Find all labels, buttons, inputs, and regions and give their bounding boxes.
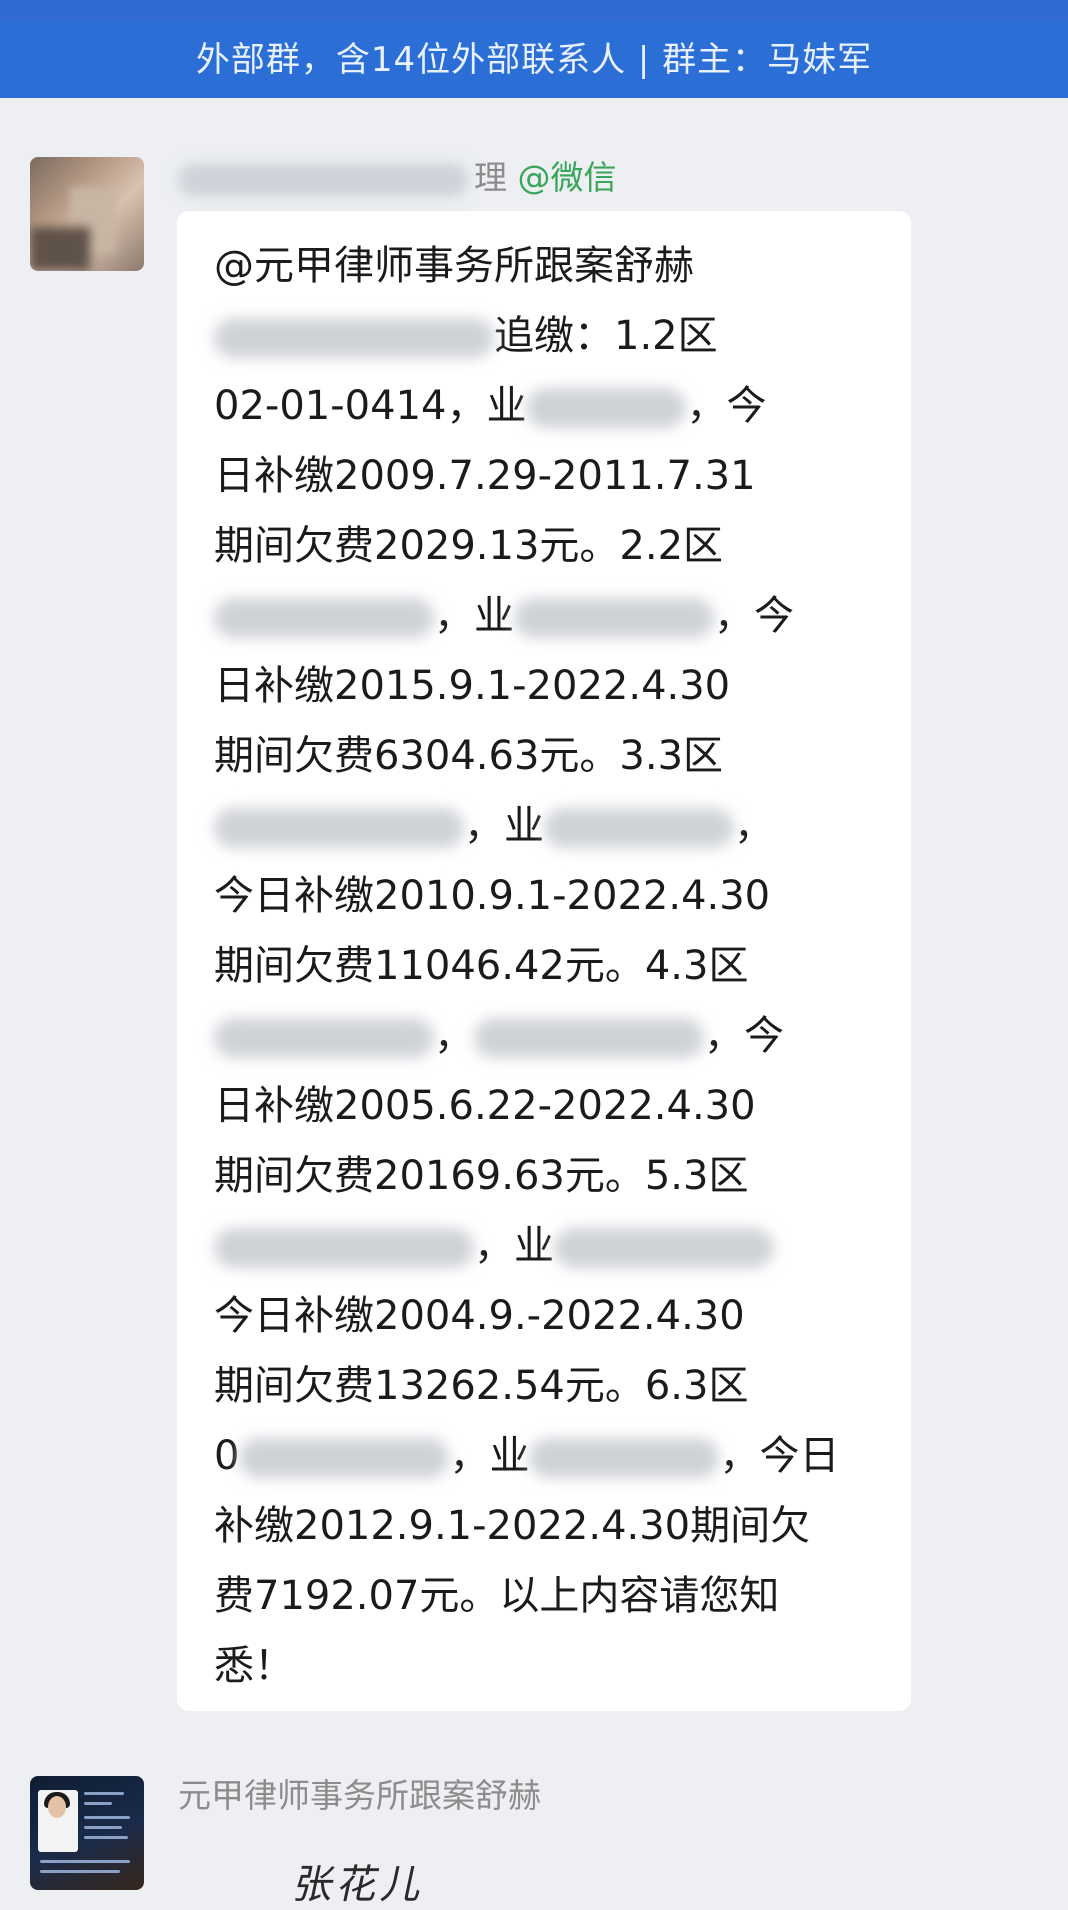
message-line: 日补缴2009.7.29-2011.7.31 — [214, 441, 881, 511]
message-line: 期间欠费6304.63元。3.3区 — [214, 721, 881, 791]
redacted-text — [514, 598, 714, 638]
redacted-text — [214, 808, 464, 848]
message-line-text: 今日补缴2010.9.1-2022.4.30 — [214, 873, 771, 919]
status-strip — [0, 0, 1068, 22]
message-line: 悉！ — [214, 1631, 881, 1701]
message-line-text: 期间欠费11046.42元。4.3区 — [214, 943, 749, 989]
message-line-text: 日补缴2015.9.1-2022.4.30 — [214, 663, 731, 709]
message-line: ，业 ， — [214, 791, 881, 861]
message-line-text: ，今日 — [719, 1433, 840, 1479]
message-line-text: ，今 — [686, 383, 767, 429]
message-line-text: 日补缴2005.6.22-2022.4.30 — [214, 1083, 756, 1129]
redacted-text — [239, 1438, 450, 1478]
message-line-text: 追缴：1.2区 — [494, 313, 718, 359]
sender-name-2: 元甲律师事务所跟案舒赫 — [178, 1776, 541, 1815]
message-line-text: 期间欠费6304.63元。3.3区 — [214, 733, 724, 779]
message-line-text: 费7192.07元。以上内容请您知 — [214, 1573, 780, 1619]
redacted-text — [214, 598, 434, 638]
message-line: 日补缴2005.6.22-2022.4.30 — [214, 1071, 881, 1141]
sender-avatar[interactable] — [30, 157, 144, 271]
message-line-text: ，业 — [449, 1433, 530, 1479]
message-line-text: @元甲律师事务所跟案舒赫 — [214, 243, 694, 289]
avatar-blur — [30, 227, 90, 271]
message-line-text: 期间欠费20169.63元。5.3区 — [214, 1153, 749, 1199]
message-line-text: 02-01-0414，业 — [214, 383, 527, 429]
message-line-text: ， — [434, 1013, 474, 1059]
redacted-text — [544, 808, 734, 848]
message-line-text: ，今 — [714, 593, 794, 639]
message-line-text: ，今 — [704, 1013, 784, 1059]
redacted-text — [214, 1228, 474, 1268]
avatar-face — [48, 1796, 66, 1818]
message-line: 今日补缴2010.9.1-2022.4.30 — [214, 861, 881, 931]
message-line: 期间欠费20169.63元。5.3区 — [214, 1141, 881, 1211]
message-line: @元甲律师事务所跟案舒赫 — [214, 231, 881, 301]
message-line: 期间欠费2029.13元。2.2区 — [214, 511, 881, 581]
message-line: 费7192.07元。以上内容请您知 — [214, 1561, 881, 1631]
redacted-name — [178, 162, 468, 197]
sender-name: 理 @微信 — [178, 155, 617, 201]
message-line: ，业 — [214, 1211, 881, 1281]
redacted-text — [529, 1438, 720, 1478]
handwritten-signature: 张花儿 — [289, 1862, 432, 1908]
message-line: 追缴：1.2区 — [214, 301, 881, 371]
message-line-text: 0 — [214, 1433, 240, 1479]
sender-wechat-tag: @微信 — [517, 158, 617, 197]
message-line-text: ，业 — [464, 803, 544, 849]
message-line: 期间欠费13262.54元。6.3区 — [214, 1351, 881, 1421]
message-line-text: ，业 — [434, 593, 514, 639]
message-line: 期间欠费11046.42元。4.3区 — [214, 931, 881, 1001]
message-text: @元甲律师事务所跟案舒赫 追缴：1.2区 02-01-0414，业 ，今 日补缴2009… — [214, 231, 881, 1701]
redacted-text — [214, 318, 494, 358]
message-line: 日补缴2015.9.1-2022.4.30 — [214, 651, 881, 721]
sender-avatar-2[interactable] — [30, 1776, 144, 1890]
message-line: ，业 ，今 — [214, 581, 881, 651]
message-line: 补缴2012.9.1-2022.4.30期间欠 — [214, 1491, 881, 1561]
redacted-text — [526, 388, 687, 428]
group-info-banner[interactable]: 外部群，含14位外部联系人 | 群主：马妹军 — [0, 22, 1068, 98]
message-line: 02-01-0414，业 ，今 — [214, 371, 881, 441]
redacted-text — [474, 1018, 704, 1058]
message-line: 今日补缴2004.9.-2022.4.30 — [214, 1281, 881, 1351]
message-line: ， ，今 — [214, 1001, 881, 1071]
message-bubble[interactable]: @元甲律师事务所跟案舒赫 追缴：1.2区 02-01-0414，业 ，今 日补缴2009… — [177, 211, 911, 1711]
message-line-text: ， — [734, 803, 774, 849]
message-line-text: 期间欠费13262.54元。6.3区 — [214, 1363, 749, 1409]
message-line-text: ，业 — [474, 1223, 554, 1269]
sender-suffix: 理 — [474, 158, 507, 197]
message-line-text: 期间欠费2029.13元。2.2区 — [214, 523, 724, 569]
message-line-text: 日补缴2009.7.29-2011.7.31 — [214, 453, 756, 499]
message-line: 0 ，业 ，今日 — [214, 1421, 881, 1491]
message-line-text: 今日补缴2004.9.-2022.4.30 — [214, 1293, 745, 1339]
redacted-text — [554, 1228, 774, 1268]
redacted-text — [214, 1018, 434, 1058]
message-line-text: 悉！ — [214, 1643, 294, 1689]
message-line-text: 补缴2012.9.1-2022.4.30期间欠 — [214, 1503, 811, 1549]
